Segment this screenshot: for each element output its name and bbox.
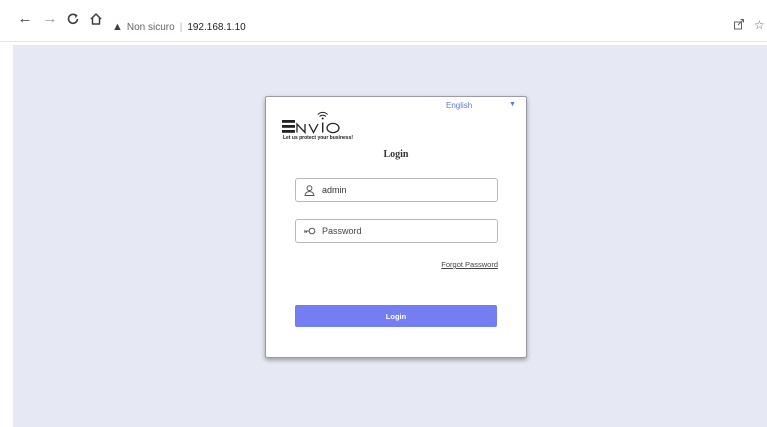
share-icon[interactable] [733, 18, 745, 33]
address-separator: | [179, 21, 183, 33]
password-input[interactable] [322, 226, 482, 236]
username-field[interactable] [295, 178, 498, 202]
login-title: Login [383, 149, 409, 160]
url-text[interactable]: 192.168.1.10 [187, 22, 245, 33]
username-input[interactable] [322, 185, 482, 195]
warning-icon[interactable]: ▲ [112, 21, 123, 33]
password-field[interactable] [295, 219, 498, 243]
bookmark-star-icon[interactable]: ☆ [754, 18, 765, 32]
language-select[interactable]: English [446, 101, 472, 110]
login-card: Let us protect your business! English ▼ … [265, 96, 527, 358]
user-icon [296, 184, 322, 196]
security-status[interactable]: Non sicuro [127, 22, 175, 33]
brand-tagline: Let us protect your business! [283, 135, 354, 141]
browser-toolbar: ← → ▲ Non sicuro | 192.168.1.10 ☆ [0, 0, 767, 42]
chevron-down-icon[interactable]: ▼ [509, 101, 516, 108]
forward-arrow-icon[interactable]: → [41, 10, 59, 28]
key-icon [296, 227, 322, 235]
forgot-password-link[interactable]: Forgot Password [441, 260, 498, 269]
home-icon[interactable] [87, 10, 105, 28]
login-button[interactable]: Login [295, 305, 497, 327]
reload-icon[interactable] [64, 10, 82, 28]
address-bar[interactable]: ▲ Non sicuro | 192.168.1.10 [112, 18, 246, 36]
back-arrow-icon[interactable]: ← [16, 10, 34, 28]
